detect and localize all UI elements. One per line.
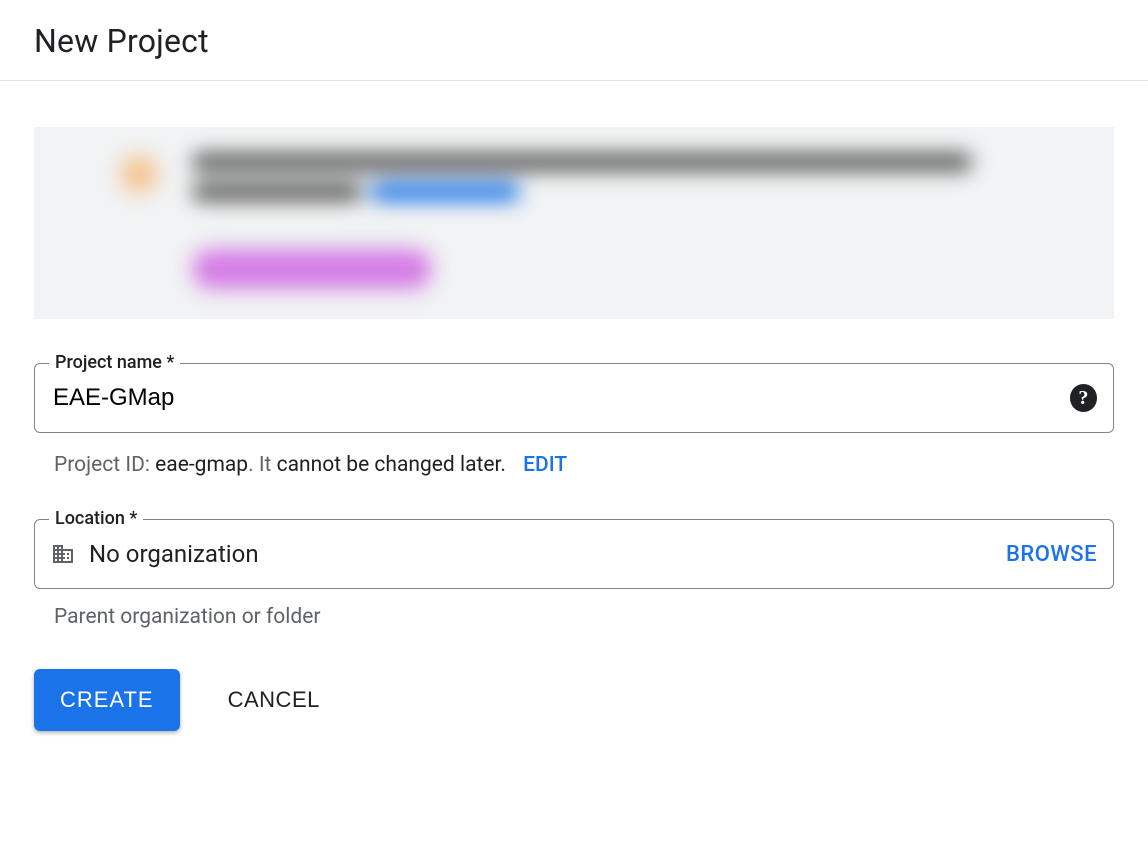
project-name-label: Project name * [49,352,180,373]
edit-project-id-link[interactable]: EDIT [523,453,567,477]
project-id-suffix1: . It [248,453,277,477]
project-name-input[interactable] [51,383,1070,413]
organization-icon [51,542,75,566]
location-field[interactable]: Location * No organization BROWSE [34,519,1114,589]
location-helper: Parent organization or folder [54,605,1114,629]
help-icon[interactable]: ? [1070,384,1097,412]
page-title: New Project [34,22,1114,60]
notice-text-blurred [192,153,1086,289]
project-name-field[interactable]: Project name * ? [34,363,1114,433]
browse-button[interactable]: BROWSE [1006,542,1097,567]
project-id-emph: cannot be changed later. [277,453,506,477]
form-content: Project name * ? Project ID: eae-gmap. I… [0,81,1148,777]
quota-notice [34,127,1114,319]
notice-icon [120,155,158,193]
project-id-line: Project ID: eae-gmap. It cannot be chang… [54,453,1112,477]
project-id-value: eae-gmap [155,453,248,477]
location-label: Location * [49,508,143,529]
cancel-button[interactable]: CANCEL [222,686,326,714]
page-header: New Project [0,0,1148,81]
location-value: No organization [89,540,1006,568]
action-buttons: CREATE CANCEL [34,669,1114,731]
project-id-prefix: Project ID: [54,453,155,477]
create-button[interactable]: CREATE [34,669,180,731]
